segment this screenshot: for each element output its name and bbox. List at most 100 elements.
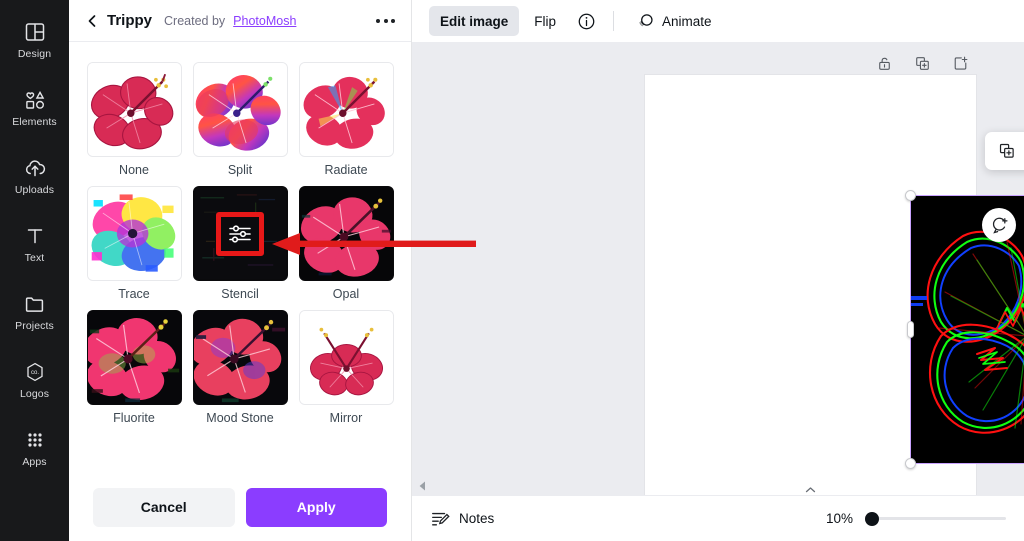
add-comment-icon	[990, 216, 1009, 235]
filter-label: Mirror	[299, 411, 394, 426]
sidebar-label-text: Text	[25, 253, 45, 264]
chevron-up-icon	[804, 486, 817, 494]
projects-icon	[23, 292, 47, 316]
left-rail: Design Elements Uploads	[0, 0, 69, 541]
filter-thumb-opal	[299, 186, 394, 281]
design-icon	[23, 20, 47, 44]
filter-item-radiate[interactable]: Radiate	[299, 62, 394, 178]
panel-actions: Cancel Apply	[69, 473, 411, 541]
filter-thumb-trace	[87, 186, 182, 281]
page-collapse-tab[interactable]	[762, 480, 860, 495]
filter-item-opal[interactable]: Opal	[299, 186, 394, 302]
duplicate-icon[interactable]	[992, 137, 1021, 166]
filter-label: Opal	[299, 287, 394, 302]
animate-icon	[636, 12, 655, 31]
edit-image-button[interactable]: Edit image	[429, 6, 519, 36]
filter-panel: Trippy Created by PhotoMosh	[69, 0, 412, 541]
sidebar-item-text[interactable]: Text	[0, 210, 69, 278]
zoom-slider[interactable]	[865, 512, 1006, 526]
filter-item-stencil[interactable]: Stencil	[193, 186, 288, 302]
filter-thumb-radiate	[299, 62, 394, 157]
uploads-icon	[23, 156, 47, 180]
sidebar-label-apps: Apps	[22, 457, 46, 468]
resize-handle-top-left[interactable]	[905, 190, 916, 201]
back-chevron-icon[interactable]	[85, 13, 99, 29]
hibiscus-mood-stone-icon	[194, 311, 287, 404]
sidebar-item-uploads[interactable]: Uploads	[0, 142, 69, 210]
filter-label: Split	[193, 163, 288, 178]
zoom-value: 10%	[826, 511, 853, 526]
info-icon[interactable]	[571, 6, 602, 37]
filter-label: Fluorite	[87, 411, 182, 426]
filter-item-mood-stone[interactable]: Mood Stone	[193, 310, 288, 426]
hibiscus-split-icon	[194, 63, 287, 156]
filter-item-trace[interactable]: Trace	[87, 186, 182, 302]
filter-label: Stencil	[193, 287, 288, 302]
sidebar-item-apps[interactable]: Apps	[0, 414, 69, 482]
duplicate-icon[interactable]	[908, 49, 936, 77]
collapse-left-icon[interactable]	[416, 479, 428, 493]
elements-icon	[23, 88, 47, 112]
sidebar-label-uploads: Uploads	[15, 185, 54, 196]
canvas-stage	[412, 43, 1024, 495]
filter-label: Radiate	[299, 163, 394, 178]
sidebar-label-elements: Elements	[12, 117, 57, 128]
bottom-bar: Notes 10%	[412, 495, 1024, 541]
filter-item-fluorite[interactable]: Fluorite	[87, 310, 182, 426]
main-area: Edit image Flip Animate	[412, 0, 1024, 541]
add-page-icon[interactable]	[946, 49, 974, 77]
filter-thumb-mood-stone	[193, 310, 288, 405]
element-floating-toolbar	[985, 132, 1024, 170]
filter-label: Trace	[87, 287, 182, 302]
filter-item-split[interactable]: Split	[193, 62, 288, 178]
resize-handle-left[interactable]	[907, 321, 914, 338]
logos-icon: co.	[23, 360, 47, 384]
filter-thumb-none	[87, 62, 182, 157]
filter-label: None	[87, 163, 182, 178]
filter-list: None	[69, 42, 411, 473]
hibiscus-radiate-icon	[300, 63, 393, 156]
design-page[interactable]	[645, 75, 976, 495]
apps-icon	[23, 428, 47, 452]
zoom-slider-track	[865, 517, 1006, 520]
filter-thumb-stencil	[193, 186, 288, 281]
more-options-icon[interactable]	[374, 11, 397, 31]
apply-button[interactable]: Apply	[246, 488, 388, 527]
cancel-button[interactable]: Cancel	[93, 488, 235, 527]
sidebar-label-logos: Logos	[20, 389, 49, 400]
panel-header: Trippy Created by PhotoMosh	[69, 0, 411, 42]
notes-button[interactable]: Notes	[430, 509, 494, 529]
filter-thumb-mirror	[299, 310, 394, 405]
sidebar-item-logos[interactable]: co. Logos	[0, 346, 69, 414]
sidebar-label-projects: Projects	[15, 321, 54, 332]
add-comment-button[interactable]	[982, 208, 1016, 242]
animate-button[interactable]: Animate	[625, 6, 723, 36]
sidebar-item-elements[interactable]: Elements	[0, 74, 69, 142]
filter-item-mirror[interactable]: Mirror	[299, 310, 394, 426]
filter-thumb-split	[193, 62, 288, 157]
top-toolbar: Edit image Flip Animate	[412, 0, 1024, 43]
resize-handle-bottom-left[interactable]	[905, 458, 916, 469]
filter-item-none[interactable]: None	[87, 62, 182, 178]
filter-grid: None	[69, 62, 411, 426]
author-link[interactable]: PhotoMosh	[233, 14, 296, 28]
page-title: Trippy	[107, 12, 152, 29]
svg-text:co.: co.	[30, 370, 38, 376]
filter-label: Mood Stone	[193, 411, 288, 426]
hibiscus-trace-icon	[88, 187, 181, 280]
animate-label: Animate	[662, 14, 712, 29]
notes-icon	[430, 509, 450, 529]
sidebar-item-projects[interactable]: Projects	[0, 278, 69, 346]
hibiscus-icon	[88, 63, 181, 156]
hibiscus-opal-icon	[300, 187, 393, 280]
flip-button[interactable]: Flip	[523, 6, 567, 36]
stage-tool-group	[870, 49, 974, 77]
created-by-label: Created by	[164, 14, 225, 28]
notes-label: Notes	[459, 511, 494, 526]
zoom-slider-knob[interactable]	[865, 512, 879, 526]
sidebar-item-design[interactable]: Design	[0, 6, 69, 74]
zoom-control: 10%	[826, 511, 1006, 526]
unlock-icon[interactable]	[870, 49, 898, 77]
text-icon	[23, 224, 47, 248]
hibiscus-fluorite-icon	[88, 311, 181, 404]
